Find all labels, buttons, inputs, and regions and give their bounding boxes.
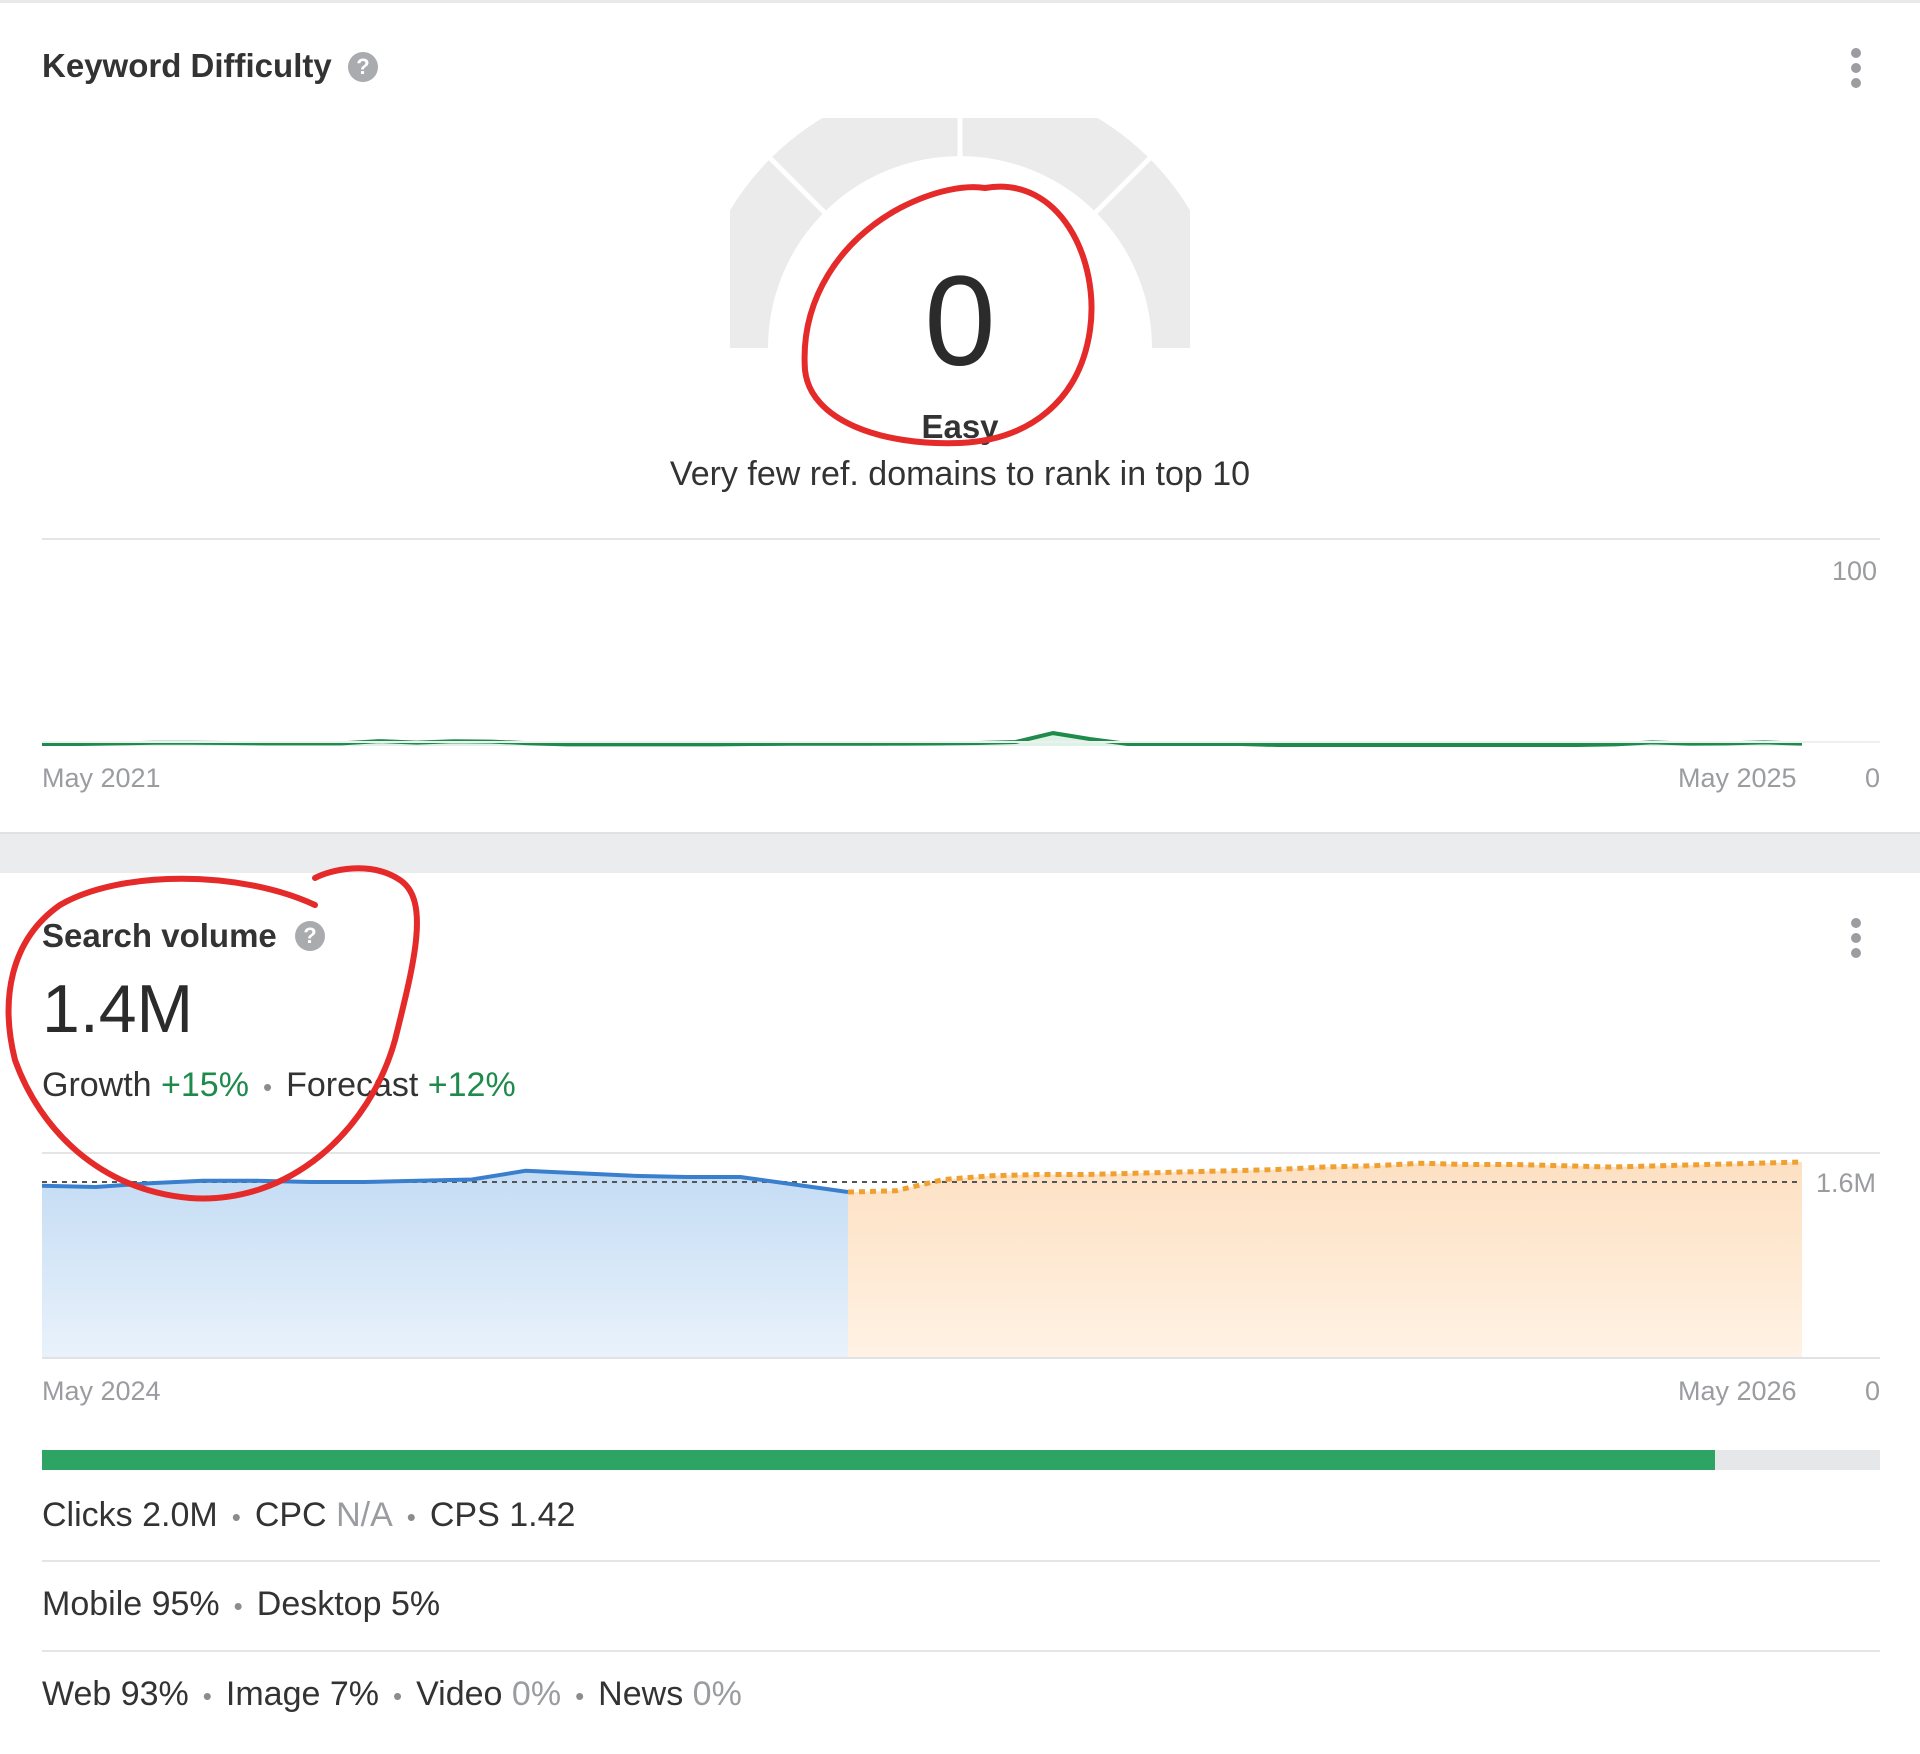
sv-x-start-label: May 2024 (42, 1376, 161, 1406)
sv-y-max-label: 1.6M (1816, 1168, 1877, 1198)
search-type-metrics-row: Web 93% • Image 7% • Video 0% • News 0% (42, 1675, 742, 1714)
clicks-metrics-row: Clicks 2.0M • CPC N/A • CPS 1.42 (42, 1496, 575, 1535)
clicks-metric: Clicks 2.0M (42, 1496, 218, 1534)
sv-growth-forecast: Growth +15% • Forecast +12% (42, 1066, 516, 1105)
kd-history-chart (42, 731, 1802, 747)
forecast-value: +12% (427, 1066, 516, 1104)
kd-label: Easy (921, 408, 999, 445)
device-metrics-row: Mobile 95% • Desktop 5% (42, 1585, 440, 1624)
separator-dot: • (231, 1502, 241, 1532)
kd-x-end-label: May 2025 (1678, 763, 1797, 793)
desktop-metric: Desktop 5% (256, 1585, 441, 1623)
news-label: News (598, 1675, 684, 1713)
clicks-share-fill (42, 1450, 1715, 1470)
separator-dot: • (575, 1681, 585, 1711)
sv-value: 1.4M (42, 971, 194, 1047)
kd-chart-baseline (42, 741, 1880, 743)
kd-title: Keyword Difficulty (42, 47, 332, 84)
clicks-share-bar (42, 1450, 1880, 1470)
question-circle-icon[interactable]: ? (295, 921, 325, 951)
kd-chart-top-rule (42, 538, 1880, 540)
forecast-label: Forecast (286, 1066, 419, 1104)
kd-y-min-label: 0 (1865, 763, 1881, 793)
web-metric: Web 93% (42, 1675, 189, 1713)
sv-historical-area (42, 1170, 848, 1357)
kd-x-start-label: May 2021 (42, 763, 161, 793)
cps-metric: CPS 1.42 (429, 1496, 576, 1534)
row-divider (42, 1560, 1880, 1562)
video-label: Video (416, 1675, 503, 1713)
sv-title: Search volume (42, 917, 277, 954)
news-value: 0% (692, 1675, 742, 1713)
more-vertical-icon[interactable] (1848, 918, 1864, 963)
mobile-metric: Mobile 95% (42, 1585, 220, 1623)
growth-label: Growth (42, 1066, 152, 1104)
cpc-label: CPC (254, 1496, 327, 1534)
kd-series-line (42, 731, 1802, 747)
separator-dot: • (262, 1072, 273, 1102)
image-metric: Image 7% (225, 1675, 379, 1713)
card-separator (0, 832, 1920, 873)
separator-dot: • (202, 1681, 212, 1711)
sv-forecast-area (848, 1162, 1802, 1357)
video-value: 0% (511, 1675, 562, 1713)
separator-dot: • (233, 1591, 243, 1621)
question-circle-icon[interactable]: ? (348, 52, 378, 82)
keyword-difficulty-card: Keyword Difficulty ? 0 Easy Very few ref… (0, 3, 1920, 832)
sv-chart-baseline (42, 1357, 1880, 1359)
separator-dot: • (406, 1502, 416, 1532)
kd-y-max-label: 100 (1832, 556, 1878, 586)
row-divider (42, 1650, 1880, 1652)
kd-score: 0 (924, 250, 996, 393)
sv-trend-chart (42, 1159, 1802, 1357)
more-vertical-icon[interactable] (1848, 48, 1864, 93)
kd-description: Very few ref. domains to rank in top 10 (669, 455, 1251, 493)
sv-y-min-label: 0 (1865, 1376, 1881, 1406)
growth-value: +15% (161, 1066, 249, 1104)
separator-dot: • (393, 1681, 403, 1711)
sv-x-end-label: May 2026 (1678, 1376, 1797, 1406)
cpc-value: N/A (336, 1496, 393, 1534)
sv-chart-top-rule (42, 1152, 1880, 1154)
